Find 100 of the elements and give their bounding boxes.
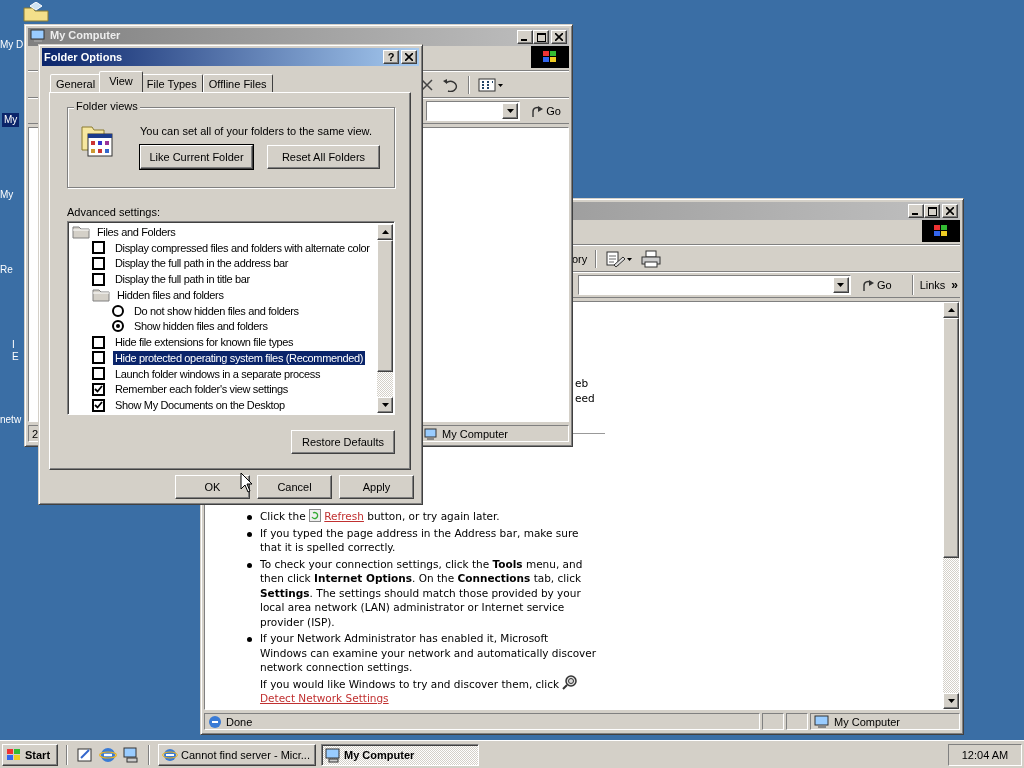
checkbox[interactable] bbox=[92, 272, 105, 286]
setting-label[interactable]: Files and Folders bbox=[95, 224, 178, 239]
desktop-icon-label[interactable]: netw bbox=[0, 413, 22, 427]
bullet-text: If you would like Windows to try and discover them, click Detect Network Settings bbox=[260, 674, 598, 706]
chevron-button[interactable]: » bbox=[951, 278, 960, 292]
go-arrow-icon bbox=[860, 278, 875, 292]
folder-view-button[interactable]: Reset All Folders bbox=[267, 145, 380, 169]
computer-icon bbox=[814, 714, 830, 729]
help-button[interactable]: ? bbox=[383, 50, 399, 64]
checkbox[interactable] bbox=[92, 335, 105, 349]
restore-defaults-button[interactable]: Restore Defaults bbox=[291, 430, 395, 454]
down-arrow-icon bbox=[947, 699, 955, 703]
status-pane bbox=[786, 713, 808, 730]
tab[interactable]: View bbox=[99, 71, 143, 92]
address-field[interactable] bbox=[426, 101, 521, 121]
dialog-button[interactable]: Cancel bbox=[257, 475, 332, 499]
desktop-icon-label[interactable]: My D bbox=[0, 38, 24, 52]
views-icon[interactable] bbox=[478, 77, 504, 92]
scroll-down-button[interactable] bbox=[377, 397, 393, 413]
desktop-icon-label[interactable]: I E bbox=[0, 338, 19, 364]
links-button[interactable]: Links bbox=[919, 279, 946, 291]
computer-icon bbox=[325, 746, 341, 763]
setting-label[interactable]: Launch folder windows in a separate process bbox=[113, 366, 323, 381]
desktop-icon[interactable] bbox=[76, 745, 94, 764]
setting-label[interactable]: Do not show hidden files and folders bbox=[132, 303, 301, 318]
folder-window-icon bbox=[80, 124, 114, 158]
folder-icon bbox=[72, 224, 90, 239]
scroll-down-button[interactable] bbox=[943, 693, 959, 709]
status-zone: My Computer bbox=[810, 713, 960, 730]
windows-logo-icon bbox=[6, 747, 22, 762]
setting-label[interactable]: Display the full path in the address bar bbox=[113, 256, 291, 271]
print-icon[interactable] bbox=[641, 249, 662, 268]
folder-view-button[interactable]: Like Current Folder bbox=[140, 145, 253, 169]
setting-label[interactable]: Hide file extensions for known file types bbox=[113, 335, 296, 350]
mouse-pointer-icon bbox=[240, 472, 253, 493]
bullet-text: If your Network Administrator has enabled it, Microsoft Windows can examine your network and automatically discover network connection settings. bbox=[260, 631, 598, 675]
setting-label[interactable]: Display the full path in title bar bbox=[113, 272, 252, 287]
radio-button[interactable] bbox=[112, 304, 124, 317]
edit-icon[interactable] bbox=[605, 249, 634, 268]
computer-icon[interactable] bbox=[122, 745, 140, 764]
page-icon bbox=[208, 714, 222, 729]
bullet-icon bbox=[247, 531, 252, 537]
desktop-icon-label[interactable]: My bbox=[0, 188, 14, 202]
dropdown-arrow-icon bbox=[837, 283, 845, 287]
scrollbar-track[interactable] bbox=[377, 224, 393, 413]
go-button[interactable]: Go bbox=[856, 278, 900, 292]
desktop-icon-label[interactable]: My bbox=[2, 113, 20, 127]
go-arrow-icon bbox=[530, 104, 545, 118]
tab[interactable]: Offline Files bbox=[202, 74, 273, 92]
checkbox[interactable] bbox=[92, 382, 105, 396]
checkbox[interactable] bbox=[92, 241, 105, 255]
dialog-button[interactable]: OK bbox=[175, 475, 250, 499]
taskbar-button[interactable]: Cannot find server - Micr... bbox=[158, 743, 316, 766]
checkbox[interactable] bbox=[92, 367, 105, 381]
checkbox[interactable] bbox=[92, 351, 105, 365]
dropdown-arrow-icon bbox=[506, 109, 514, 113]
history-button[interactable]: ory bbox=[572, 252, 588, 265]
refresh-icon[interactable] bbox=[308, 509, 321, 522]
dialog-button[interactable]: Apply bbox=[339, 475, 414, 499]
scroll-up-button[interactable] bbox=[377, 224, 393, 240]
up-arrow-icon bbox=[947, 308, 955, 312]
setting-label[interactable]: Remember each folder's view settings bbox=[113, 382, 290, 397]
bullet-text: Click the Refresh button, or try again later. bbox=[260, 509, 501, 524]
setting-label[interactable]: Show My Documents on the Desktop bbox=[113, 398, 287, 413]
bullet-text: To check your connection settings, click the Tools menu, and then click Internet Options. On the Connections tab, click Settings. The settings should match those provided by your local area network (LAN) administrator or Internet service provider (ISP). bbox=[260, 556, 584, 629]
checkbox[interactable] bbox=[92, 398, 105, 412]
window-title: My Computer bbox=[50, 29, 121, 42]
dialog-title: Folder Options bbox=[44, 50, 123, 64]
address-field[interactable] bbox=[578, 275, 851, 295]
taskbar-button[interactable]: My Computer bbox=[321, 743, 479, 766]
magnifier-icon[interactable] bbox=[562, 674, 579, 690]
scrollbar-thumb[interactable] bbox=[377, 240, 393, 372]
scrollbar-thumb[interactable] bbox=[943, 318, 959, 558]
tab[interactable]: File Types bbox=[140, 74, 203, 92]
undo-icon[interactable] bbox=[442, 77, 460, 92]
delete-icon[interactable] bbox=[420, 77, 434, 92]
start-button[interactable]: Start bbox=[2, 743, 58, 766]
windows-logo-icon bbox=[531, 46, 569, 68]
browser-icon bbox=[162, 746, 178, 763]
desktop-icon-label[interactable]: Re bbox=[0, 263, 13, 277]
folder-icon[interactable] bbox=[22, 2, 50, 22]
close-button[interactable] bbox=[401, 50, 417, 64]
setting-label[interactable]: Hide protected operating system files (Recommended) bbox=[113, 350, 366, 365]
detect-network-settings-link[interactable]: Detect Network Settings bbox=[260, 692, 389, 704]
scroll-up-button[interactable] bbox=[943, 302, 959, 318]
browser-icon[interactable] bbox=[99, 745, 117, 764]
page-text: eb bbox=[575, 376, 589, 391]
checkbox[interactable] bbox=[92, 256, 105, 270]
dropdown-button[interactable] bbox=[502, 103, 519, 119]
tab[interactable]: General bbox=[50, 74, 102, 92]
go-button[interactable]: Go bbox=[526, 104, 569, 118]
dropdown-button[interactable] bbox=[832, 277, 849, 293]
bullet-icon bbox=[247, 562, 252, 568]
setting-label[interactable]: Hidden files and folders bbox=[115, 287, 226, 302]
setting-label[interactable]: Show hidden files and folders bbox=[132, 319, 270, 334]
setting-label[interactable]: Display compressed files and folders with alternate color bbox=[113, 240, 372, 255]
scrollbar-track[interactable] bbox=[943, 302, 959, 709]
radio-button[interactable] bbox=[112, 320, 124, 333]
refresh-link[interactable]: Refresh bbox=[324, 510, 364, 522]
section-label: Advanced settings: bbox=[67, 206, 161, 218]
